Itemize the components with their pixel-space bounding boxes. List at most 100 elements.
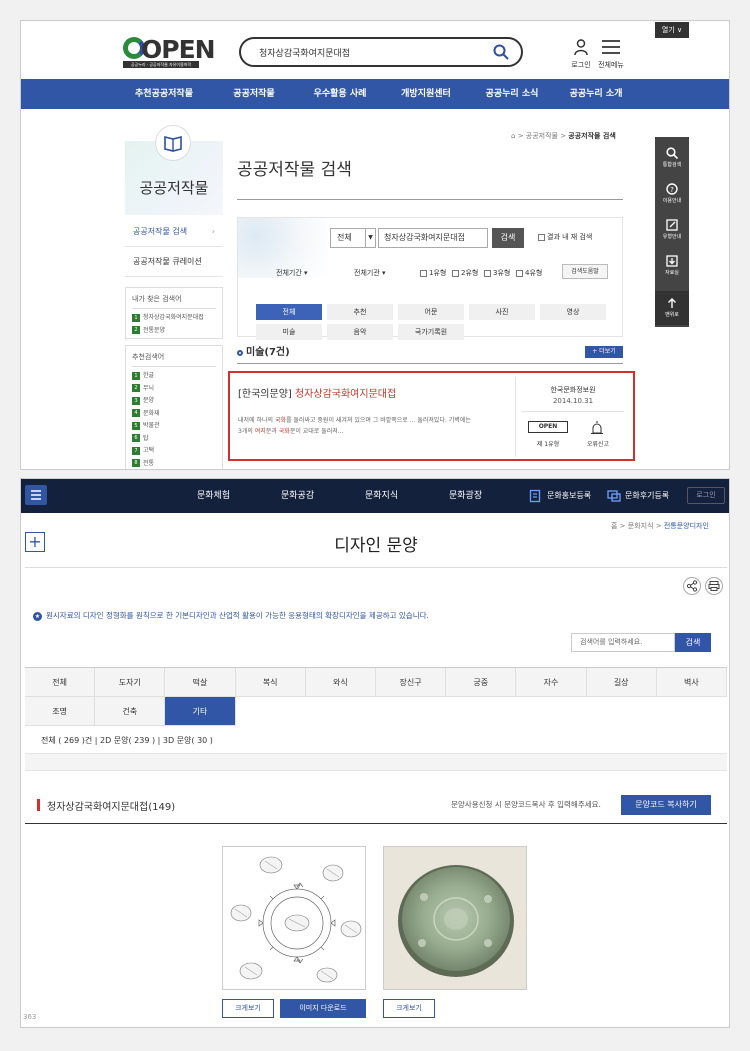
print-icon[interactable] <box>705 577 723 595</box>
tab-architecture[interactable]: 건축 <box>95 697 166 726</box>
quick-archive[interactable]: 자료실 <box>655 249 689 283</box>
login-button[interactable]: 로그인 <box>569 39 593 70</box>
celadon-bowl-image[interactable] <box>383 846 527 990</box>
tab-embroidery[interactable]: 자수 <box>516 668 587 697</box>
sidebar-item-curation[interactable]: 공공저작물 큐레이션 <box>125 247 223 277</box>
cat-art[interactable]: 미술 <box>256 324 322 340</box>
type3-checkbox[interactable]: 3유형 <box>484 268 510 278</box>
promo-register-label: 문화홍보등록 <box>547 491 592 500</box>
suggest-search-box: 추천검색어 1 한글 2 무늬 3 문양 4 문화재 5 박물관 6탑 7 고택 8 전통 <box>125 345 223 470</box>
pattern-search-input[interactable]: 검색어를 입력하세요. <box>571 633 675 652</box>
share-icon[interactable] <box>683 577 701 595</box>
more-button[interactable]: + 더보기 <box>585 346 623 358</box>
search-help-button[interactable]: 검색도움말 <box>562 264 608 279</box>
promo-register-link[interactable]: 문화홍보등록 <box>529 479 591 513</box>
result-divider <box>237 363 623 364</box>
quick-search[interactable]: 통합검색 <box>655 141 689 175</box>
tab-lighting[interactable]: 조명 <box>25 697 96 726</box>
org-dropdown[interactable]: 전체기관 ▾ <box>354 268 386 278</box>
suggest-item[interactable]: 4 문화재 <box>132 408 216 421</box>
quick-guide[interactable]: ? 이용안내 <box>655 177 689 211</box>
suggest-item[interactable]: 2 무늬 <box>132 383 216 396</box>
review-register-link[interactable]: 문화후기등록 <box>607 479 669 513</box>
tab-palace[interactable]: 궁중 <box>446 668 517 697</box>
copy-code-button[interactable]: 문양코드 복사하기 <box>621 795 711 815</box>
pattern-search-button[interactable]: 검색 <box>675 633 711 652</box>
type4-checkbox[interactable]: 4유형 <box>516 268 542 278</box>
document-icon <box>529 489 541 502</box>
sidebar-item-label: 공공저작물 검색 <box>133 227 188 236</box>
category-select[interactable]: 전체 ▼ <box>330 228 376 248</box>
nav-culture-empathy[interactable]: 문화공감 <box>281 479 314 513</box>
nav-culture-experience[interactable]: 문화체험 <box>197 479 230 513</box>
type1-checkbox[interactable]: 1유형 <box>420 268 446 278</box>
tab-ceramics[interactable]: 도자기 <box>95 668 166 697</box>
recent-search-item[interactable]: 2 전통문양 <box>132 325 216 338</box>
login-button[interactable]: 로그인 <box>687 487 725 504</box>
siren-icon[interactable] <box>590 421 604 435</box>
suggest-item[interactable]: 8 전통 <box>132 458 216 470</box>
zoom-button[interactable]: 크게보기 <box>222 999 274 1018</box>
search-within-checkbox[interactable]: 결과 내 재 검색 <box>538 232 592 242</box>
pattern-drawing-image[interactable] <box>222 846 366 990</box>
desc-highlight: 국화 <box>274 417 286 424</box>
tab-all[interactable]: 전체 <box>25 668 96 697</box>
suggest-item[interactable]: 5 박물관 <box>132 420 216 433</box>
suggest-item[interactable]: 6탑 <box>132 433 216 446</box>
quick-top[interactable]: 맨위로 <box>655 291 689 325</box>
nav-culture-knowledge[interactable]: 문화지식 <box>365 479 398 513</box>
tab-clothing[interactable]: 복식 <box>235 668 306 697</box>
type-label: 4유형 <box>525 269 543 277</box>
header-search-input[interactable]: 청자상감국화여지문대접 <box>259 46 350 59</box>
quick-label: 맨위로 <box>665 312 679 318</box>
sidebar-item-search[interactable]: 공공저작물 검색 › <box>125 217 223 247</box>
search-icon <box>666 147 678 159</box>
open-toggle-label: 열기 <box>661 26 675 34</box>
zoom-button[interactable]: 크게보기 <box>383 999 435 1018</box>
cat-music[interactable]: 음악 <box>327 324 393 340</box>
cat-recommended[interactable]: 추천 <box>327 304 393 320</box>
result-item-title[interactable]: [한국의문양] 청자상감국화여지문대접 <box>238 385 396 400</box>
tab-talisman[interactable]: 벽사 <box>656 668 727 697</box>
recent-search-item[interactable]: 1 청자상감국화여지문대접 <box>132 312 216 325</box>
open-logo[interactable]: OPEN <box>141 35 216 64</box>
suggest-item[interactable]: 1 한글 <box>132 370 216 383</box>
report-error-link[interactable]: 오류신고 <box>576 439 620 448</box>
search-filter-panel: 전체 ▼ 청자상감국화여지문대접 검색 결과 내 재 검색 전체기간 ▾ 전체기관… <box>237 217 623 340</box>
home-icon[interactable]: ⌂ <box>511 132 515 140</box>
cat-photo[interactable]: 사진 <box>469 304 535 320</box>
tab-auspicious[interactable]: 길상 <box>586 668 657 697</box>
suggest-text: 탑 <box>143 434 149 442</box>
tab-ornaments[interactable]: 장신구 <box>376 668 447 697</box>
search-icon[interactable] <box>493 44 509 60</box>
filter-search-input[interactable]: 청자상감국화여지문대접 <box>378 228 488 248</box>
open-toggle-button[interactable]: 열기 ∨ <box>655 22 689 38</box>
header-search-box[interactable]: 청자상감국화여지문대접 <box>239 37 523 67</box>
menu-button[interactable] <box>25 485 47 505</box>
suggest-text: 문화재 <box>143 409 160 417</box>
quick-menu: 통합검색 ? 이용안내 유형안내 자료실 맨위로 <box>655 137 689 327</box>
quick-type-guide[interactable]: 유형안내 <box>655 213 689 247</box>
period-dropdown[interactable]: 전체기간 ▾ <box>276 268 308 278</box>
sidebar-hero-title: 공공저작물 <box>139 179 209 197</box>
breadcrumb-path[interactable]: 홈 > 문화지식 > <box>611 522 664 530</box>
suggest-item[interactable]: 7 고택 <box>132 445 216 458</box>
image-download-button[interactable]: 이미지 다운로드 <box>280 999 366 1018</box>
tab-tiles[interactable]: 와식 <box>305 668 376 697</box>
cat-text[interactable]: 어문 <box>398 304 464 320</box>
suggest-item[interactable]: 3 문양 <box>132 395 216 408</box>
breadcrumb-current: 전통문양디자인 <box>663 522 709 530</box>
cat-video[interactable]: 영상 <box>540 304 606 320</box>
all-menu-button[interactable]: 전체메뉴 <box>597 39 625 70</box>
cat-all[interactable]: 전체 <box>256 304 322 320</box>
notice-text: ★ 원시자료의 디자인 정형화를 원칙으로 한 기본디자인과 산업적 활용이 가능… <box>33 610 429 621</box>
nav-about[interactable]: 공공누리 소개 <box>541 79 651 109</box>
filter-search-button[interactable]: 검색 <box>492 228 524 248</box>
breadcrumb-path[interactable]: > 공공저작물 > <box>518 132 569 140</box>
nav-culture-plaza[interactable]: 문화광장 <box>449 479 482 513</box>
tab-tteoksal[interactable]: 떡살 <box>165 668 236 697</box>
cat-national-archives[interactable]: 국가기록원 <box>398 324 464 340</box>
tab-other[interactable]: 기타 <box>165 697 236 726</box>
page-title: 디자인 문양 <box>334 536 418 556</box>
type2-checkbox[interactable]: 2유형 <box>452 268 478 278</box>
